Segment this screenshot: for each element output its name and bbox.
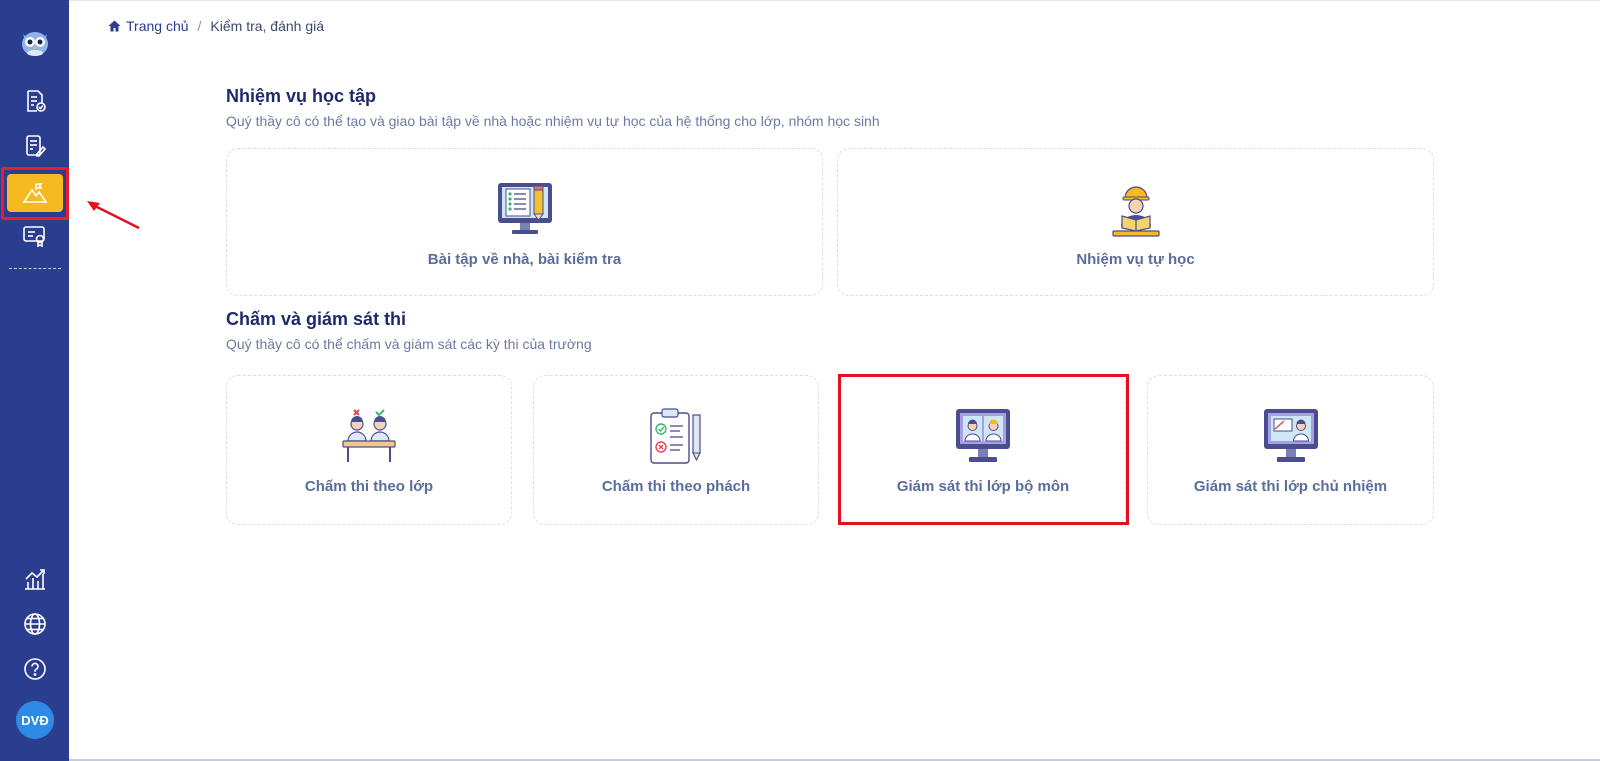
document-edit-icon[interactable] bbox=[0, 132, 69, 160]
top-border bbox=[69, 0, 1600, 1]
card-grade-by-class-label: Chấm thi theo lớp bbox=[304, 478, 434, 495]
home-icon bbox=[108, 20, 121, 32]
card-highlight-annotation bbox=[838, 374, 1129, 525]
sidebar: DVĐ bbox=[0, 0, 69, 761]
breadcrumb-current: Kiểm tra, đánh giá bbox=[210, 18, 325, 34]
sidebar-item-exam[interactable] bbox=[7, 174, 63, 212]
breadcrumb-home-label: Trang chủ bbox=[126, 18, 189, 34]
sidebar-divider bbox=[9, 268, 61, 269]
section-title-learning-tasks: Nhiệm vụ học tập bbox=[226, 86, 377, 106]
monitor-checklist-icon bbox=[497, 183, 552, 234]
card-monitor-homeroom-class-label: Giám sát thi lớp chủ nhiệm bbox=[1193, 478, 1388, 495]
exam-mountain-flag-icon bbox=[22, 183, 48, 203]
card-grade-by-code[interactable]: Chấm thi theo phách bbox=[533, 375, 819, 525]
breadcrumb: Trang chủ / Kiểm tra, đánh giá bbox=[108, 18, 324, 34]
red-arrow-annotation bbox=[87, 201, 140, 230]
globe-icon[interactable] bbox=[0, 610, 69, 638]
help-icon[interactable] bbox=[0, 655, 69, 683]
students-desk-icon bbox=[342, 409, 396, 462]
section-subtitle-learning-tasks: Quý thầy cô có thể tạo và giao bài tập v… bbox=[226, 113, 880, 129]
card-homework-tests-label: Bài tập về nhà, bài kiểm tra bbox=[427, 251, 622, 268]
monitor-classroom-icon bbox=[1263, 409, 1318, 462]
section-subtitle-grading-monitoring: Quý thầy cô có thể chấm và giám sát các … bbox=[226, 336, 592, 352]
card-monitor-homeroom-class[interactable]: Giám sát thi lớp chủ nhiệm bbox=[1147, 375, 1434, 525]
clipboard-pencil-icon bbox=[650, 408, 701, 464]
card-homework-tests[interactable]: Bài tập về nhà, bài kiểm tra bbox=[226, 148, 823, 296]
card-self-study-label: Nhiệm vụ tự học bbox=[1076, 251, 1195, 268]
owl-logo-icon[interactable] bbox=[0, 24, 69, 60]
section-title-grading-monitoring: Chấm và giám sát thi bbox=[226, 309, 407, 329]
student-reading-icon bbox=[1111, 186, 1160, 237]
card-self-study[interactable]: Nhiệm vụ tự học bbox=[837, 148, 1434, 296]
breadcrumb-separator: / bbox=[197, 18, 202, 34]
card-grade-by-class[interactable]: Chấm thi theo lớp bbox=[226, 375, 512, 525]
document-check-icon[interactable] bbox=[0, 87, 69, 115]
certificate-icon[interactable] bbox=[0, 222, 69, 250]
breadcrumb-home[interactable]: Trang chủ bbox=[108, 18, 189, 34]
card-grade-by-code-label: Chấm thi theo phách bbox=[601, 478, 751, 495]
avatar[interactable]: DVĐ bbox=[16, 701, 54, 739]
chart-icon[interactable] bbox=[0, 565, 69, 593]
